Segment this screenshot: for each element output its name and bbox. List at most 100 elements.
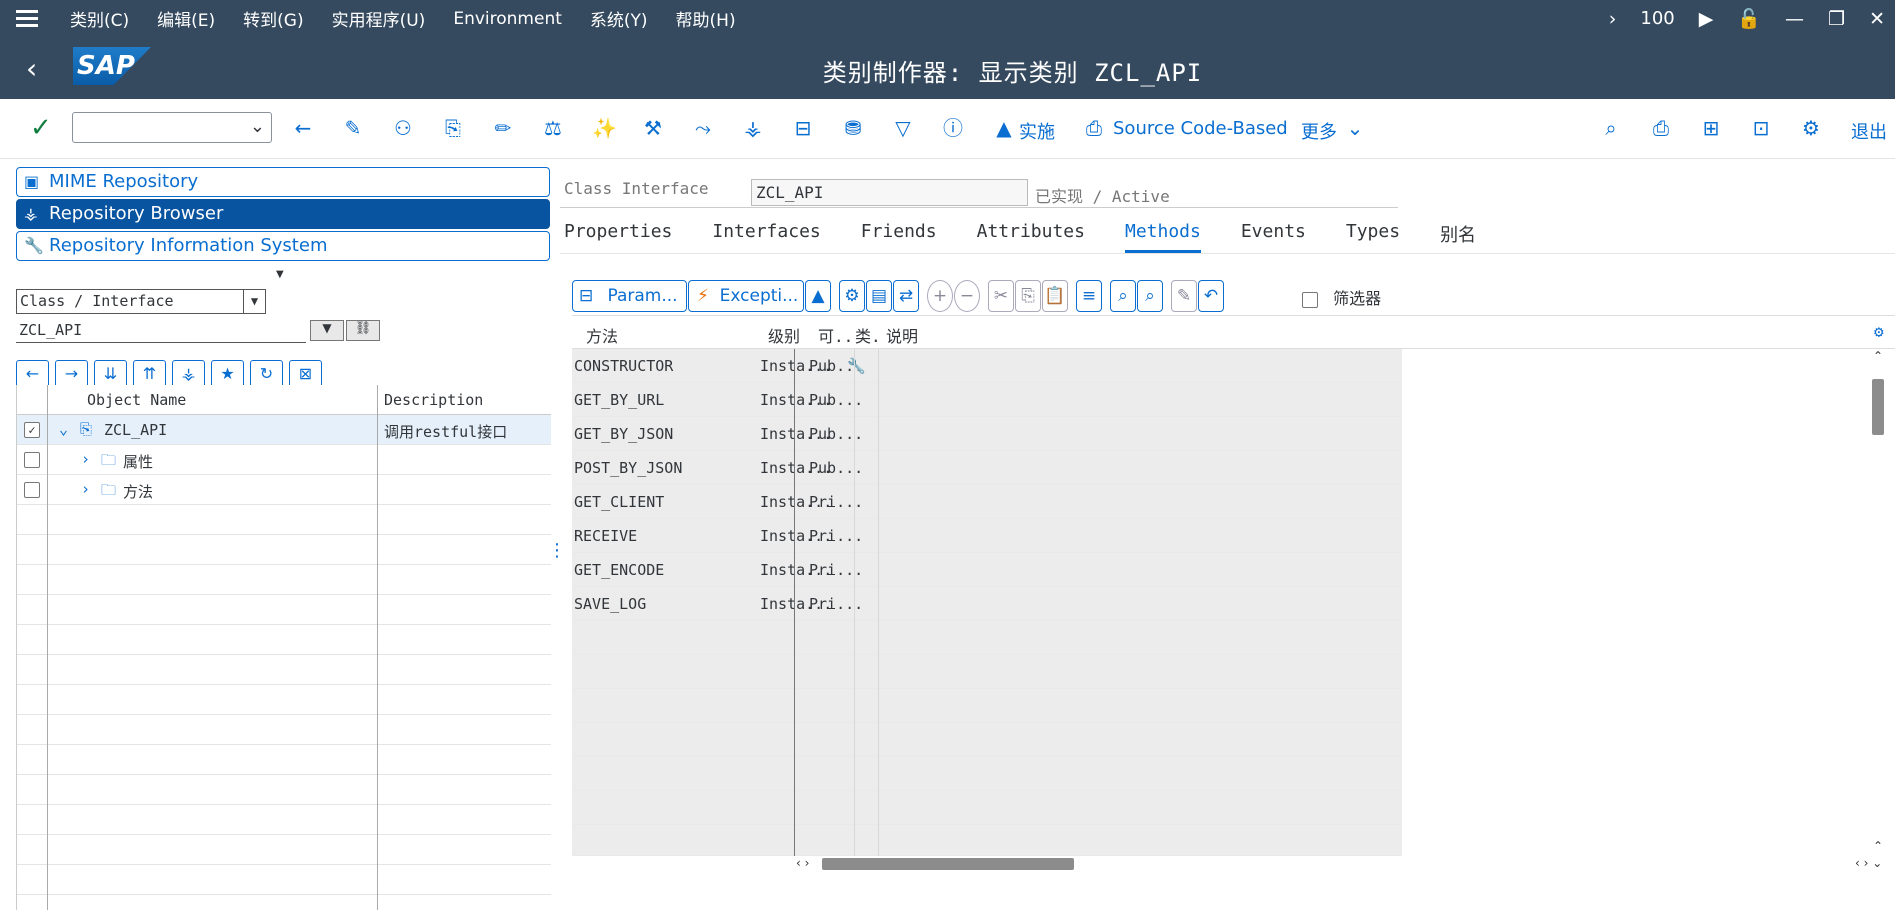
parameters-button[interactable]: ⊟ Param... bbox=[572, 280, 687, 312]
test-icon[interactable]: ⚒ bbox=[642, 117, 664, 139]
filter-icon[interactable]: ▽ bbox=[892, 117, 914, 139]
transport-icon[interactable]: ⛃ bbox=[842, 117, 864, 139]
column-header-method[interactable]: 方法 bbox=[586, 323, 618, 347]
tab-properties[interactable]: Properties bbox=[564, 221, 672, 253]
table-row[interactable]: POST_BY_JSON Insta... Pub... bbox=[572, 451, 1402, 485]
back-arrow-icon[interactable]: ← bbox=[16, 360, 49, 388]
menu-goto[interactable]: 转到(G) bbox=[243, 6, 303, 31]
check-syntax-icon[interactable]: ⚖ bbox=[542, 117, 564, 139]
copy-method-icon[interactable]: ⚙ bbox=[839, 280, 865, 312]
column-header-description[interactable]: 说明 bbox=[886, 323, 918, 347]
tab-methods[interactable]: Methods bbox=[1124, 221, 1201, 253]
scroll-up-icon[interactable]: ⌃ bbox=[1873, 839, 1883, 853]
display-glasses-button[interactable]: ⛓ bbox=[346, 320, 380, 341]
column-header-type[interactable]: 类. bbox=[855, 323, 881, 347]
tab-interfaces[interactable]: Interfaces bbox=[712, 221, 820, 253]
scrollbar-thumb[interactable] bbox=[822, 858, 1074, 870]
row-checkbox[interactable] bbox=[24, 452, 40, 468]
tab-attributes[interactable]: Attributes bbox=[977, 221, 1085, 253]
close-tree-icon[interactable]: ⊠ bbox=[289, 360, 322, 388]
edit-icon[interactable]: ✎ bbox=[1171, 280, 1197, 312]
scroll-left-icon[interactable]: ‹ › bbox=[796, 856, 809, 870]
filter-checkbox-box[interactable] bbox=[1302, 291, 1318, 308]
menu-utilities[interactable]: 实用程序(U) bbox=[332, 6, 426, 31]
column-divider[interactable] bbox=[794, 349, 795, 856]
activate-icon[interactable]: ✨ bbox=[592, 117, 617, 139]
active-inactive-icon[interactable]: ⚇ bbox=[392, 117, 414, 139]
column-divider[interactable] bbox=[854, 349, 855, 856]
hierarchy-icon[interactable]: ⚶ bbox=[742, 117, 764, 139]
back-icon[interactable]: ← bbox=[292, 117, 314, 139]
table-row[interactable]: GET_CLIENT Insta... Pri... bbox=[572, 485, 1402, 519]
paste-icon[interactable]: 📋 bbox=[1042, 280, 1068, 312]
forward-arrow-icon[interactable]: → bbox=[55, 360, 88, 388]
row-checkbox[interactable] bbox=[24, 482, 40, 498]
refresh-icon[interactable]: ↻ bbox=[250, 360, 283, 388]
undo-icon[interactable]: ↶ bbox=[1198, 280, 1224, 312]
tab-events[interactable]: Events bbox=[1241, 221, 1306, 253]
exit-button[interactable]: 退出 bbox=[1851, 118, 1887, 144]
shortcut-icon[interactable]: ⊡ bbox=[1750, 117, 1772, 139]
info-icon[interactable]: ⓘ bbox=[942, 117, 964, 139]
remove-row-icon[interactable]: − bbox=[954, 280, 980, 312]
source-code-icon[interactable]: ⎙ bbox=[1083, 117, 1105, 139]
redefine-icon[interactable]: ⇄ bbox=[893, 280, 919, 312]
settings-icon[interactable]: ⚙ bbox=[1800, 117, 1822, 139]
tab-friends[interactable]: Friends bbox=[861, 221, 937, 253]
scroll-up-icon[interactable]: ⌃ bbox=[1873, 349, 1883, 363]
menu-help[interactable]: 帮助(H) bbox=[676, 6, 736, 31]
object-type-select[interactable]: Class / Interface ▼ bbox=[16, 289, 266, 314]
column-header-level[interactable]: 级别 bbox=[768, 323, 800, 347]
implementation-button[interactable]: 实施 bbox=[1019, 118, 1055, 144]
menu-edit[interactable]: 编辑(E) bbox=[157, 6, 215, 31]
minimize-icon[interactable]: — bbox=[1785, 8, 1804, 30]
tab-types[interactable]: Types bbox=[1346, 221, 1400, 253]
tree-row[interactable]: › 🗀 方法 bbox=[17, 475, 551, 505]
column-divider[interactable] bbox=[377, 385, 378, 910]
table-row[interactable]: GET_ENCODE Insta... Pri... bbox=[572, 553, 1402, 587]
chevron-down-icon[interactable]: ⌄ bbox=[250, 116, 265, 137]
search-icon[interactable]: ⌕ bbox=[1110, 280, 1136, 312]
table-row[interactable]: GET_BY_JSON Insta... Pub... bbox=[572, 417, 1402, 451]
play-icon[interactable]: ▶ bbox=[1699, 8, 1714, 30]
expand-all-icon[interactable]: ⇊ bbox=[94, 360, 127, 388]
copy-icon[interactable]: ⎘ bbox=[1015, 280, 1041, 312]
display-change-icon[interactable]: ✎ bbox=[342, 117, 364, 139]
lock-icon[interactable]: 🔓 bbox=[1737, 7, 1761, 30]
horizontal-scrollbar[interactable]: ‹ › ‹ › ⌄ bbox=[572, 856, 1895, 870]
table-row[interactable]: GET_BY_URL Insta... Pub... bbox=[572, 383, 1402, 417]
exceptions-button[interactable]: ⚡ Excepti... bbox=[688, 280, 804, 312]
tab-aliases[interactable]: 别名 bbox=[1440, 221, 1476, 253]
menu-system[interactable]: 系统(Y) bbox=[590, 6, 648, 31]
repository-info-system-button[interactable]: 🔧 Repository Information System bbox=[16, 231, 550, 261]
hamburger-menu-icon[interactable] bbox=[16, 5, 44, 33]
where-used-icon[interactable]: ⤳ bbox=[692, 117, 714, 139]
dropdown-button[interactable]: ▼ bbox=[310, 320, 344, 341]
tree-row[interactable]: ✓ ⌄ ⎘ ZCL_API 调用restful接口 bbox=[17, 415, 551, 445]
tree-row[interactable]: › 🗀 属性 bbox=[17, 445, 551, 475]
cut-icon[interactable]: ✂ bbox=[988, 280, 1014, 312]
favorite-star-icon[interactable]: ★ bbox=[211, 360, 244, 388]
chevron-down-icon[interactable]: ▼ bbox=[243, 290, 265, 313]
scrollbar-thumb[interactable] bbox=[1872, 379, 1884, 435]
chevron-right-icon[interactable]: › bbox=[1609, 8, 1617, 30]
row-checkbox[interactable]: ✓ bbox=[24, 422, 40, 438]
settings-icon[interactable]: ⚙ bbox=[1874, 322, 1884, 341]
mime-repository-button[interactable]: ▣ MIME Repository bbox=[16, 167, 550, 197]
close-icon[interactable]: ✕ bbox=[1869, 8, 1885, 30]
column-divider[interactable] bbox=[878, 349, 879, 856]
chevron-right-icon[interactable]: › bbox=[81, 450, 90, 468]
add-row-icon[interactable]: + bbox=[927, 280, 953, 312]
search-icon[interactable]: ⌕ bbox=[1600, 117, 1622, 139]
repository-browser-button[interactable]: ⚶ Repository Browser bbox=[16, 199, 550, 229]
menu-class[interactable]: 类别(C) bbox=[70, 6, 129, 31]
filter-checkbox[interactable]: 筛选器 bbox=[1302, 285, 1381, 309]
vertical-scrollbar[interactable]: ⌃ ⌃ bbox=[1870, 349, 1886, 869]
chevron-down-icon[interactable]: ⌄ bbox=[59, 420, 68, 438]
chevron-down-icon[interactable]: ⌄ bbox=[1344, 117, 1366, 139]
enter-check-icon[interactable]: ✓ bbox=[30, 113, 52, 143]
command-field[interactable]: ⌄ bbox=[72, 112, 272, 143]
menu-environment[interactable]: Environment bbox=[453, 9, 562, 29]
table-row[interactable]: SAVE_LOG Insta... Pri... bbox=[572, 587, 1402, 621]
other-object-icon[interactable]: ⎘ bbox=[442, 117, 464, 139]
